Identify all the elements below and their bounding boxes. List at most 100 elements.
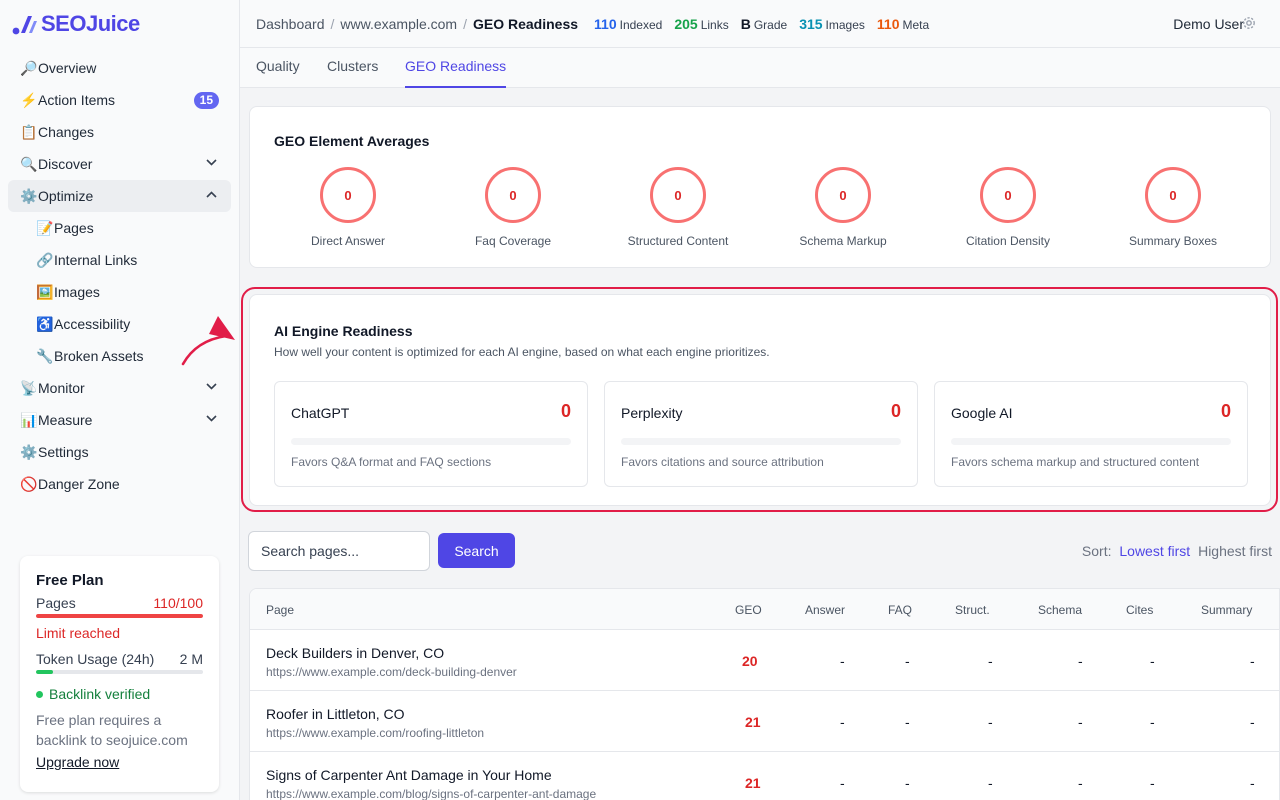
breadcrumb-separator: / xyxy=(463,15,467,32)
token-progress-fill xyxy=(36,670,53,674)
prohibited-icon: 🚫 xyxy=(20,475,38,492)
column-header-schema[interactable]: Schema xyxy=(1038,603,1082,617)
sidebar-item-label: Measure xyxy=(38,412,93,428)
score-circle: 0 xyxy=(1145,167,1201,223)
sidebar-item-optimize[interactable]: ⚙️ Optimize xyxy=(8,180,231,212)
average-faq-coverage: 0 Faq Coverage xyxy=(443,167,583,248)
backlink-status: Backlink verified xyxy=(36,686,203,702)
sidebar-item-monitor[interactable]: 📡 Monitor xyxy=(8,372,231,404)
breadcrumb-site[interactable]: www.example.com xyxy=(340,16,457,32)
column-header-cites[interactable]: Cites xyxy=(1126,603,1153,617)
magnifier-icon: 🔎 xyxy=(20,59,38,76)
action-items-count-badge: 15 xyxy=(193,92,219,109)
user-menu[interactable]: Demo User xyxy=(1173,16,1244,32)
tab-quality[interactable]: Quality xyxy=(256,58,300,88)
page-url: https://www.example.com/roofing-littleto… xyxy=(266,726,485,740)
upgrade-link[interactable]: Upgrade now xyxy=(36,754,203,770)
page-url: https://www.example.com/blog/signs-of-ca… xyxy=(266,787,597,800)
column-header-answer[interactable]: Answer xyxy=(805,603,845,617)
plan-note: Free plan requires a backlink to seojuic… xyxy=(36,712,188,748)
sidebar-item-overview[interactable]: 🔎 Overview xyxy=(8,52,231,84)
stat-grade: B Grade xyxy=(740,15,788,32)
column-header-faq[interactable]: FAQ xyxy=(888,603,912,617)
tab-clusters[interactable]: Clusters xyxy=(327,58,378,88)
column-header-page[interactable]: Page xyxy=(266,603,294,617)
lightning-icon: ⚡ xyxy=(20,91,38,108)
table-header: Page GEO Answer FAQ Struct. Schema Cites… xyxy=(250,589,1279,630)
chevron-up-icon xyxy=(206,191,217,198)
faq-score: - xyxy=(905,653,910,669)
table-row[interactable]: Roofer in Littleton, CO https://www.exam… xyxy=(250,691,1279,752)
sidebar-item-label: Accessibility xyxy=(54,316,131,332)
cites-score: - xyxy=(1150,653,1155,669)
score-label: Direct Answer xyxy=(310,234,386,248)
sidebar: SEOJuice 🔎 Overview ⚡ Action Items 15 📋 Chan… xyxy=(0,0,240,800)
score-circle: 0 xyxy=(650,167,706,223)
schema-score: - xyxy=(1078,653,1083,669)
cites-score: - xyxy=(1150,714,1155,730)
page-title[interactable]: Deck Builders in Denver, CO xyxy=(266,645,444,661)
satellite-icon: 📡 xyxy=(20,379,38,396)
logo-icon xyxy=(12,16,37,35)
table-row[interactable]: Deck Builders in Denver, CO https://www.… xyxy=(250,630,1279,691)
sort-label: Sort: xyxy=(1081,543,1112,559)
search-button[interactable]: Search xyxy=(438,533,515,568)
settings-gear-icon[interactable] xyxy=(1242,16,1256,30)
faq-score: - xyxy=(905,714,910,730)
sidebar-item-images[interactable]: 🖼️ Images xyxy=(8,276,231,308)
token-usage-row: Token Usage (24h) 2 M xyxy=(36,651,203,667)
token-usage-label: Token Usage (24h) xyxy=(36,651,155,667)
score-circle: 0 xyxy=(320,167,376,223)
column-header-summary[interactable]: Summary xyxy=(1201,603,1252,617)
average-summary-boxes: 0 Summary Boxes xyxy=(1103,167,1243,248)
average-schema-markup: 0 Schema Markup xyxy=(773,167,913,248)
tab-bar: Quality Clusters GEO Readiness xyxy=(240,48,1280,88)
chevron-down-icon xyxy=(206,383,217,390)
sidebar-item-label: Discover xyxy=(38,156,93,172)
settings-gear-icon: ⚙️ xyxy=(20,443,38,460)
summary-score: - xyxy=(1250,653,1255,669)
wrench-icon: 🔧 xyxy=(36,347,54,364)
breadcrumb-current: GEO Readiness xyxy=(472,15,579,32)
sort-lowest-first[interactable]: Lowest first xyxy=(1119,543,1190,559)
page-title[interactable]: Roofer in Littleton, CO xyxy=(266,706,405,722)
sidebar-item-label: Overview xyxy=(38,60,97,76)
chevron-down-icon xyxy=(206,159,217,166)
sort-highest-first[interactable]: Highest first xyxy=(1198,543,1272,559)
tab-geo-readiness[interactable]: GEO Readiness xyxy=(405,58,507,88)
cites-score: - xyxy=(1150,775,1155,791)
sidebar-item-danger-zone[interactable]: 🚫 Danger Zone xyxy=(8,468,231,500)
sidebar-item-label: Settings xyxy=(38,444,89,460)
pages-value: 110/100 xyxy=(153,595,203,611)
bar-chart-icon: 📊 xyxy=(20,411,38,428)
logo[interactable]: SEOJuice xyxy=(12,10,140,38)
page-url: https://www.example.com/deck-building-de… xyxy=(266,665,517,679)
table-row[interactable]: Signs of Carpenter Ant Damage in Your Ho… xyxy=(250,752,1279,800)
sidebar-item-label: Optimize xyxy=(38,188,94,204)
search-pages-input[interactable] xyxy=(248,531,430,571)
sidebar-item-measure[interactable]: 📊 Measure xyxy=(8,404,231,436)
sidebar-item-pages[interactable]: 📝 Pages xyxy=(8,212,231,244)
pages-progress-bar xyxy=(36,614,203,618)
annotation-highlight-box xyxy=(241,287,1278,512)
page-title[interactable]: Signs of Carpenter Ant Damage in Your Ho… xyxy=(266,767,552,783)
sidebar-item-internal-links[interactable]: 🔗 Internal Links xyxy=(8,244,231,276)
gear-icon: ⚙️ xyxy=(20,187,38,204)
sidebar-item-action-items[interactable]: ⚡ Action Items 15 xyxy=(8,84,231,116)
sidebar-item-settings[interactable]: ⚙️ Settings xyxy=(8,436,231,468)
column-header-struct[interactable]: Struct. xyxy=(955,603,990,617)
header-stats: 110 Indexed 205 Links B Grade 315 Images 110… xyxy=(594,16,929,32)
geo-score: 21 xyxy=(745,775,761,791)
brand-name: SEOJuice xyxy=(41,11,140,36)
sidebar-item-changes[interactable]: 📋 Changes xyxy=(8,116,231,148)
sidebar-item-discover[interactable]: 🔍 Discover xyxy=(8,148,231,180)
breadcrumb-dashboard[interactable]: Dashboard xyxy=(256,16,325,32)
score-circle: 0 xyxy=(815,167,871,223)
schema-score: - xyxy=(1078,714,1083,730)
stat-meta: 110 Meta xyxy=(876,15,930,32)
pages-label: Pages xyxy=(36,595,76,611)
image-icon: 🖼️ xyxy=(36,283,54,300)
average-citation-density: 0 Citation Density xyxy=(938,167,1078,248)
score-label: Schema Markup xyxy=(799,234,887,248)
column-header-geo[interactable]: GEO xyxy=(735,603,762,617)
